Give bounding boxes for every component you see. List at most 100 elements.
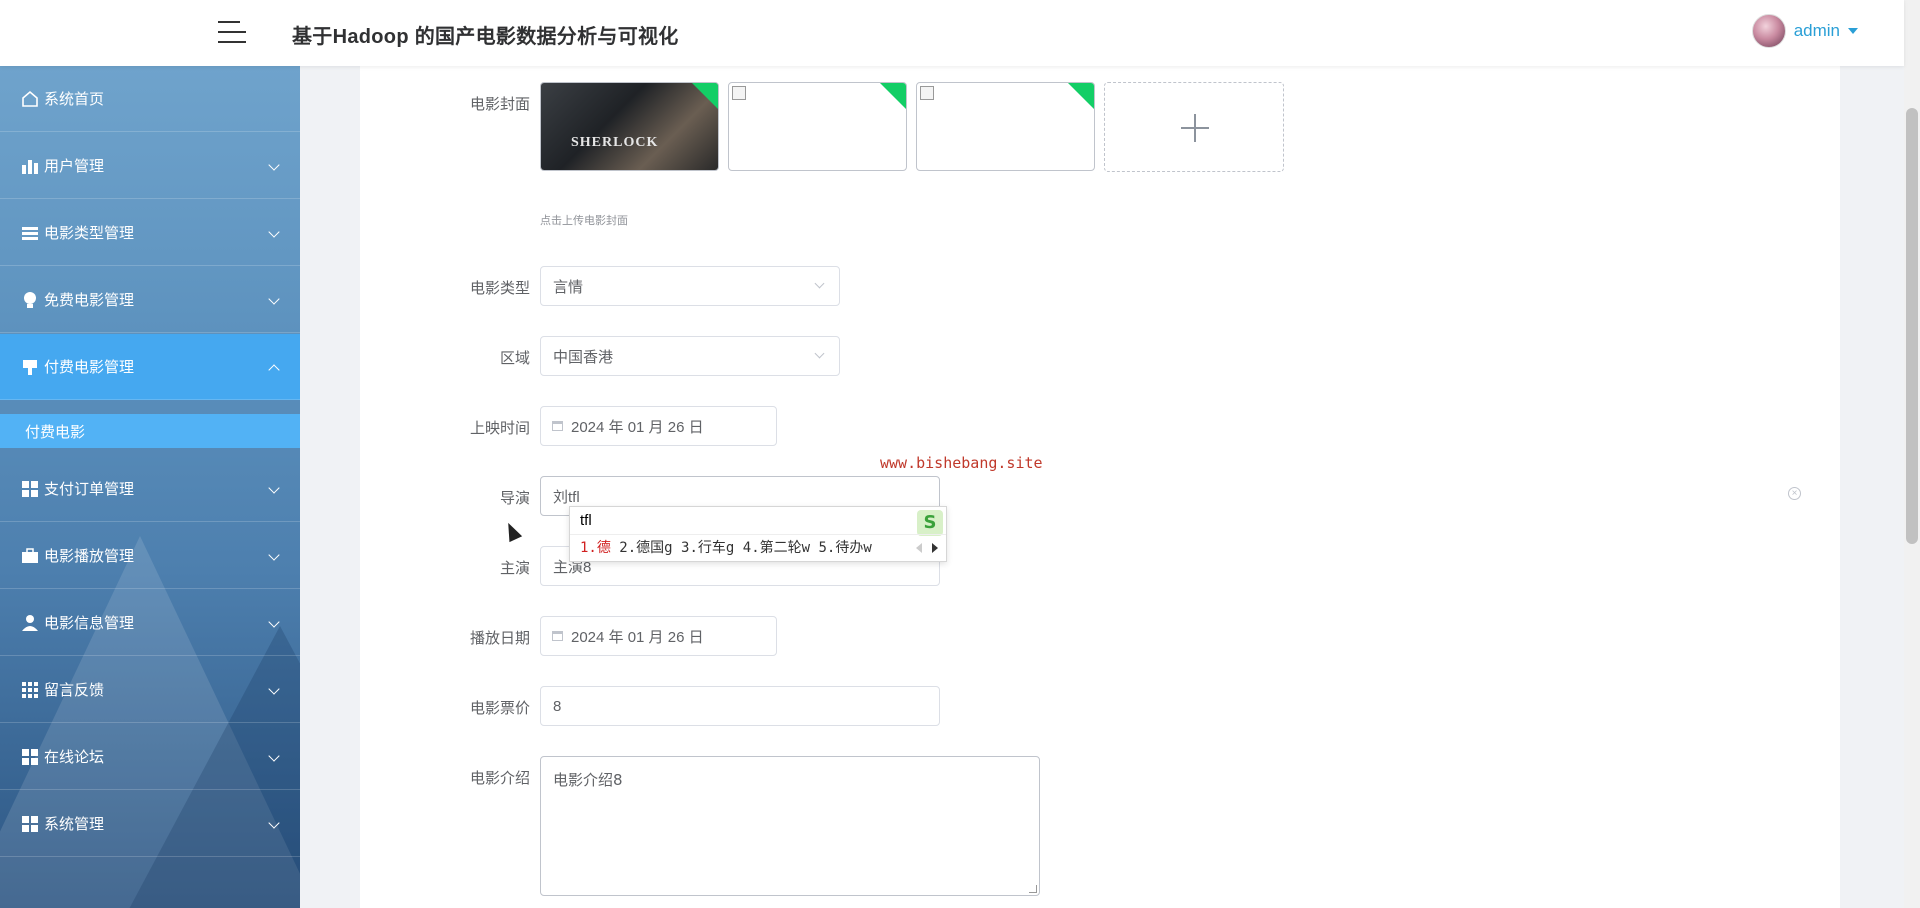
ime-next-icon[interactable] xyxy=(932,543,938,553)
ime-separator xyxy=(570,534,946,535)
play-date-value: 2024 年 01 月 26 日 xyxy=(571,628,704,646)
release-date-label: 上映时间 xyxy=(469,420,530,437)
sidebar-item-label: 电影类型管理 xyxy=(44,225,135,242)
ime-candidate[interactable]: 2.德国g xyxy=(619,540,672,556)
top-header: 基于Hadoop 的国产电影数据分析与可视化 admin xyxy=(0,0,1904,66)
sidebar-item-paid-movies[interactable]: 付费电影管理 xyxy=(0,334,300,400)
ime-logo-icon: S xyxy=(917,510,943,536)
ime-candidate[interactable]: 1.德 xyxy=(580,540,611,556)
play-date-picker[interactable]: 2024 年 01 月 26 日 xyxy=(540,616,777,656)
chevron-down-icon xyxy=(268,549,280,561)
chevron-down-icon xyxy=(268,226,280,238)
actor-label: 主演 xyxy=(499,560,530,577)
sidebar-item-free-movies[interactable]: 免费电影管理 xyxy=(0,267,300,333)
submenu-paid-movie[interactable]: 付费电影 xyxy=(0,414,300,448)
chevron-down-icon xyxy=(268,293,280,305)
upload-success-badge xyxy=(880,83,906,109)
chevron-down-icon xyxy=(268,817,280,829)
sidebar-item-label: 系统管理 xyxy=(44,816,105,833)
bar-chart-icon xyxy=(20,156,40,176)
watermark-text: www.bishebang.site xyxy=(880,454,1043,472)
brush-icon xyxy=(20,357,40,377)
app-title: 基于Hadoop 的国产电影数据分析与可视化 xyxy=(292,26,679,48)
sidebar-item-label: 系统首页 xyxy=(44,91,105,108)
sidebar-item-payment-orders[interactable]: 支付订单管理 xyxy=(0,456,300,522)
ime-candidate[interactable]: 5.待办w xyxy=(819,540,872,556)
intro-textarea-value: 电影介绍8 xyxy=(553,771,623,789)
broken-image-icon xyxy=(920,86,934,100)
cover-image-2[interactable] xyxy=(728,82,907,171)
region-select-value: 中国香港 xyxy=(553,348,614,366)
type-select-value: 言情 xyxy=(553,278,584,296)
sidebar-item-movie-playback[interactable]: 电影播放管理 xyxy=(0,523,300,589)
sidebar-item-label: 付费电影管理 xyxy=(44,359,135,376)
ime-prev-icon[interactable] xyxy=(916,543,922,553)
price-input-value: 8 xyxy=(553,697,562,715)
scrollbar-thumb[interactable] xyxy=(1906,108,1918,544)
cover-label: 电影封面 xyxy=(469,96,530,113)
ime-candidate[interactable]: 4.第二轮w xyxy=(743,540,810,556)
region-select[interactable]: 中国香港 xyxy=(540,336,840,376)
intro-textarea[interactable]: 电影介绍8 xyxy=(540,756,1040,896)
price-input[interactable]: 8 xyxy=(540,686,940,726)
upload-success-badge xyxy=(1068,83,1094,109)
sidebar-item-label: 用户管理 xyxy=(44,158,105,175)
play-date-label: 播放日期 xyxy=(469,630,530,647)
chevron-up-icon xyxy=(268,364,280,376)
sidebar: 系统首页 用户管理 电影类型管理 免费电影管理 付费电影管理 付费电影 支付订单… xyxy=(0,66,300,908)
director-label: 导演 xyxy=(499,490,530,507)
sidebar-item-movie-info[interactable]: 电影信息管理 xyxy=(0,590,300,656)
cover-image-1[interactable]: SHERLOCK xyxy=(540,82,719,171)
user-menu[interactable]: admin xyxy=(1751,14,1858,48)
upload-success-badge xyxy=(692,83,718,109)
bulb-icon xyxy=(20,290,40,310)
type-label: 电影类型 xyxy=(469,280,530,297)
chevron-down-icon xyxy=(268,616,280,628)
sidebar-item-feedback[interactable]: 留言反馈 xyxy=(0,657,300,723)
plus-icon-vertical xyxy=(1194,114,1196,142)
chevron-down-icon xyxy=(814,348,825,359)
ime-candidate[interactable]: 3.行车g xyxy=(681,540,734,556)
sidebar-item-movie-types[interactable]: 电影类型管理 xyxy=(0,200,300,266)
poster-title: SHERLOCK xyxy=(571,135,659,150)
sidebar-item-label: 支付订单管理 xyxy=(44,481,135,498)
sidebar-item-label: 留言反馈 xyxy=(44,682,105,699)
price-label: 电影票价 xyxy=(469,700,530,717)
ime-candidates: 1.德 2.德国g 3.行车g 4.第二轮w 5.待办w xyxy=(580,537,872,557)
sidebar-item-users[interactable]: 用户管理 xyxy=(0,133,300,199)
type-select[interactable]: 言情 xyxy=(540,266,840,306)
release-date-picker[interactable]: 2024 年 01 月 26 日 xyxy=(540,406,777,446)
intro-label: 电影介绍 xyxy=(469,770,530,787)
calendar-icon xyxy=(552,421,563,431)
clear-icon[interactable]: × xyxy=(1788,487,1801,500)
sidebar-item-home[interactable]: 系统首页 xyxy=(0,66,300,132)
upload-cover-button[interactable] xyxy=(1104,82,1284,172)
menu-toggle-icon[interactable] xyxy=(218,19,246,45)
chevron-down-icon xyxy=(268,159,280,171)
region-label: 区域 xyxy=(499,350,530,367)
sidebar-item-label: 免费电影管理 xyxy=(44,292,135,309)
sidebar-item-label: 电影播放管理 xyxy=(44,548,135,565)
sidebar-item-system[interactable]: 系统管理 xyxy=(0,791,300,857)
grid-icon xyxy=(20,814,40,834)
cover-image-3[interactable] xyxy=(916,82,1095,171)
ime-candidate-popup: tfl S 1.德 2.德国g 3.行车g 4.第二轮w 5.待办w xyxy=(569,506,947,562)
briefcase-icon xyxy=(20,546,40,566)
sidebar-item-label: 在线论坛 xyxy=(44,749,105,766)
username[interactable]: admin xyxy=(1794,21,1840,41)
user-icon xyxy=(20,613,40,633)
sidebar-item-forum[interactable]: 在线论坛 xyxy=(0,724,300,790)
avatar[interactable] xyxy=(1751,14,1786,48)
chevron-down-icon xyxy=(268,683,280,695)
list-icon xyxy=(20,223,40,243)
chevron-down-icon xyxy=(268,750,280,762)
caret-down-icon[interactable] xyxy=(1848,28,1858,34)
ime-pinyin: tfl xyxy=(580,512,592,529)
grid-icon xyxy=(20,747,40,767)
upload-hint: 点击上传电影封面 xyxy=(540,215,628,227)
sidebar-item-label: 电影信息管理 xyxy=(44,615,135,632)
grid-icon xyxy=(20,479,40,499)
home-icon xyxy=(20,89,40,109)
resize-handle[interactable] xyxy=(1029,885,1037,893)
calendar-icon xyxy=(552,631,563,641)
